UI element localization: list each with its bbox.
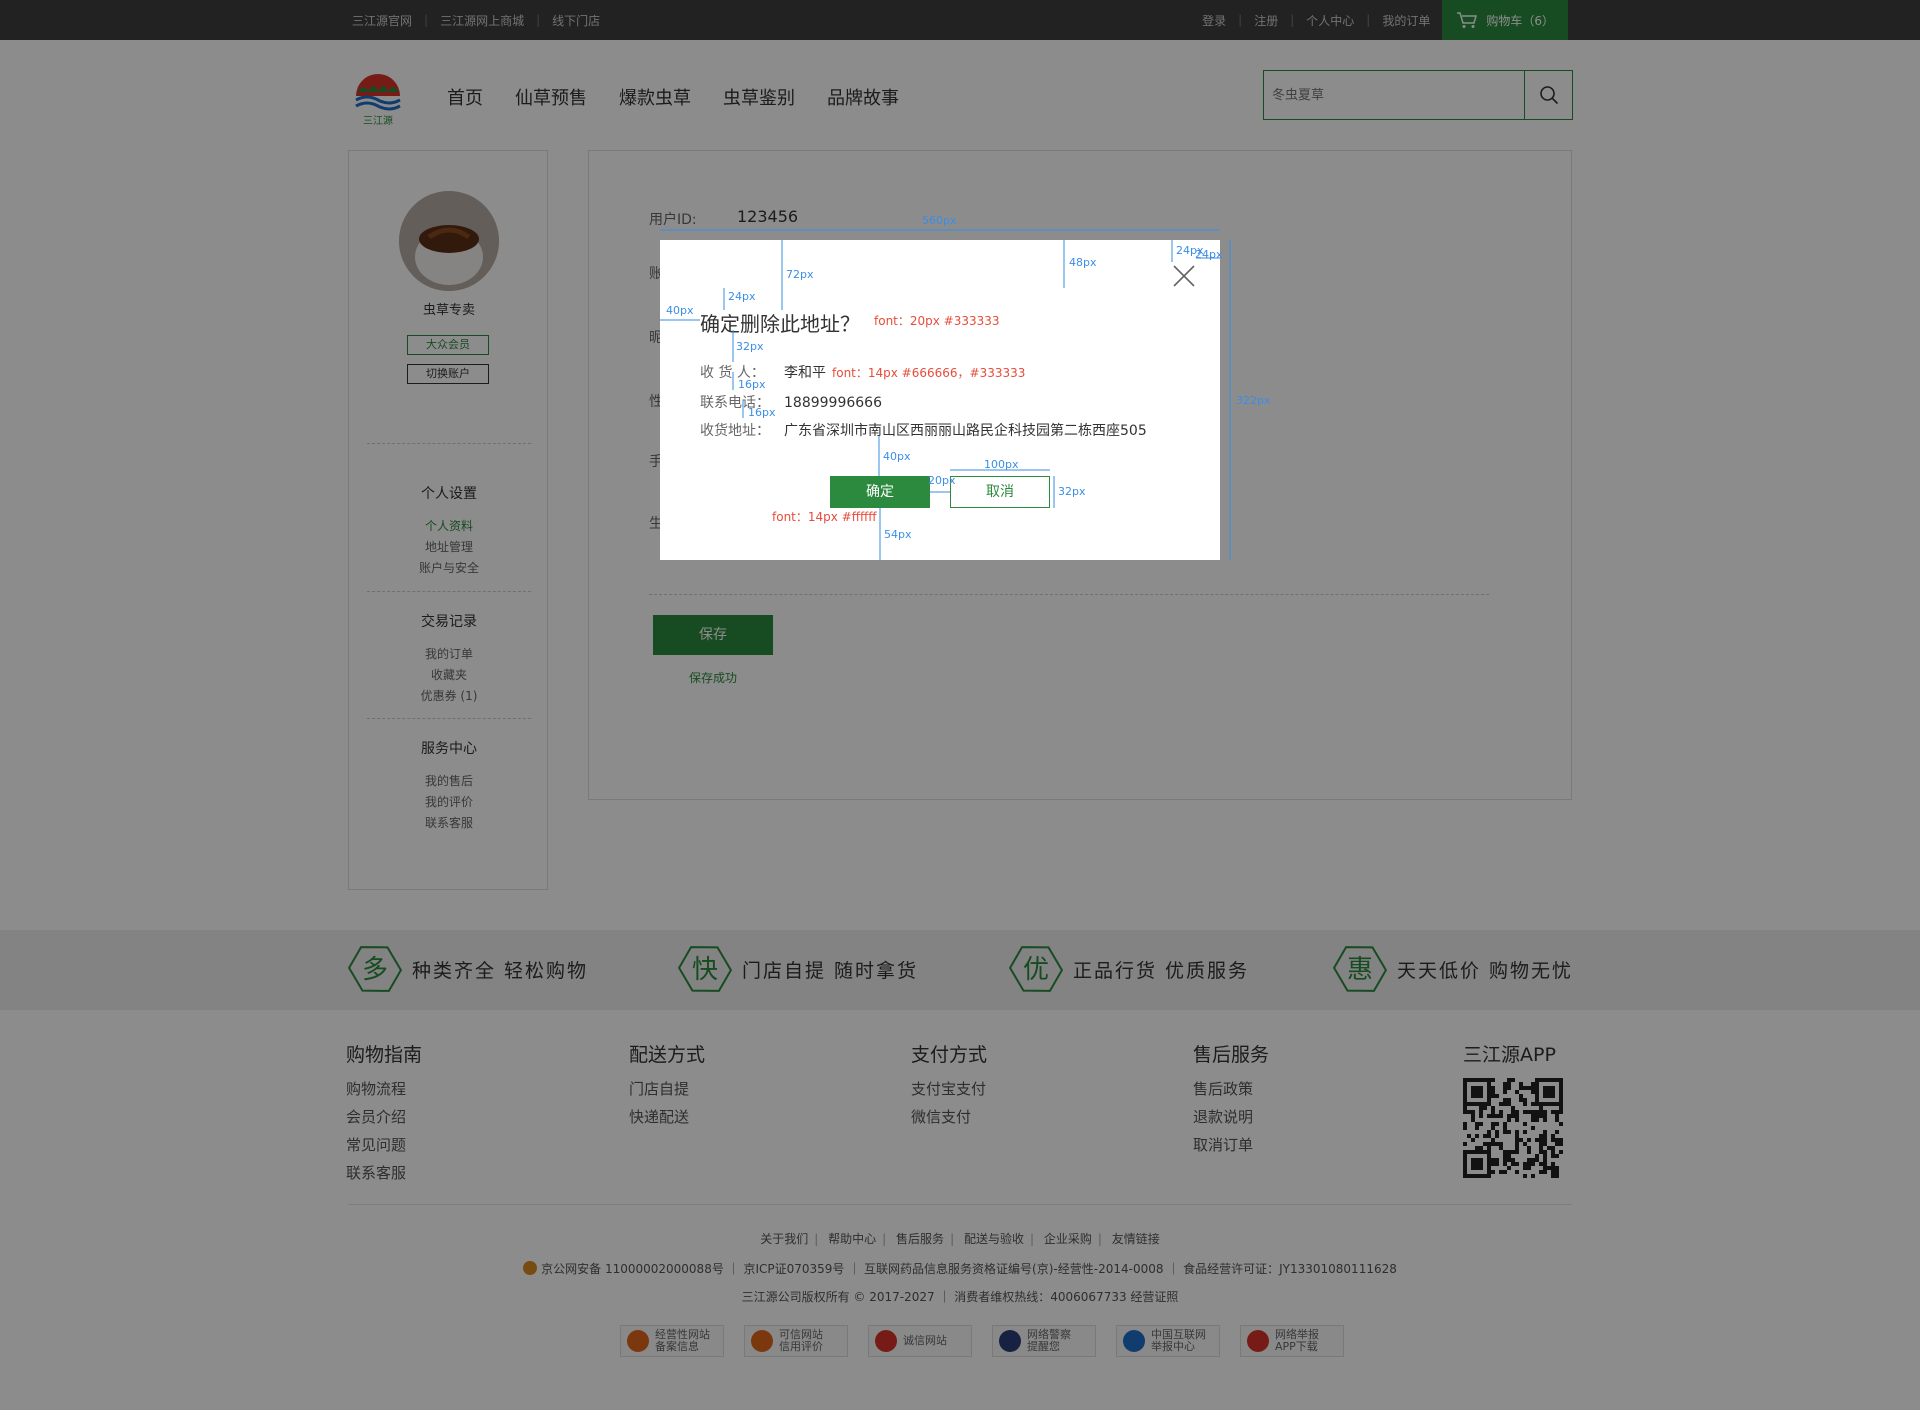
address-value: 广东省深圳市南山区西丽丽山路民企科技园第二栋西座505 — [784, 423, 1147, 439]
phone-value: 18899996666 — [784, 395, 882, 411]
address-label: 收货地址： — [700, 423, 770, 439]
phone-label: 联系电话： — [700, 395, 770, 411]
modal-overlay[interactable] — [0, 0, 1920, 1410]
confirm-button[interactable]: 确定 — [830, 476, 930, 508]
address-row: 收货地址： 广东省深圳市南山区西丽丽山路民企科技园第二栋西座505 — [700, 420, 1147, 440]
receiver-row: 收 货 人： 李和平 — [700, 362, 826, 382]
receiver-value: 李和平 — [784, 365, 826, 381]
close-button[interactable] — [1172, 264, 1196, 288]
phone-row: 联系电话： 18899996666 — [700, 392, 882, 412]
cancel-button[interactable]: 取消 — [950, 476, 1050, 508]
dialog-title: 确定删除此地址？ — [700, 312, 860, 336]
receiver-label: 收 货 人： — [700, 365, 765, 381]
delete-address-dialog: 确定删除此地址？ 收 货 人： 李和平 联系电话： 18899996666 收货地址… — [660, 240, 1220, 560]
close-icon — [1173, 265, 1195, 287]
